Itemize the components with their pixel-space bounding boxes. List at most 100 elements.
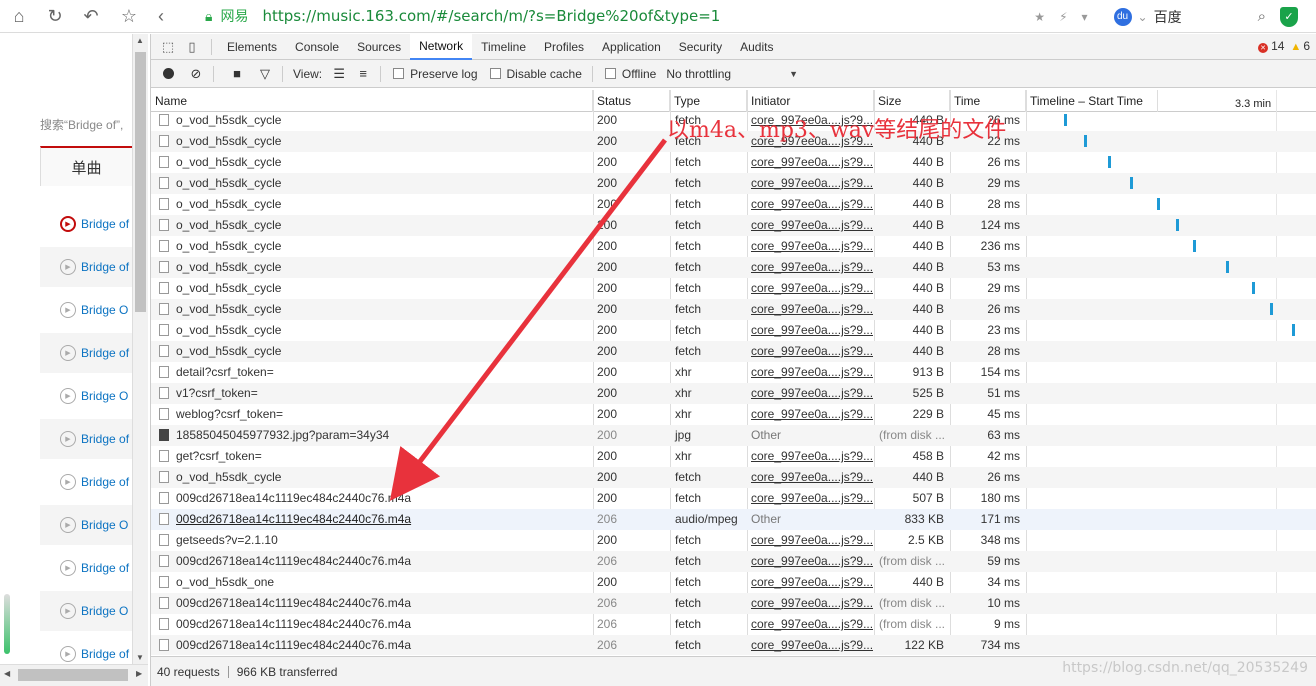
request-name-cell[interactable]: o_vod_h5sdk_cycle xyxy=(155,113,593,131)
tab-security[interactable]: Security xyxy=(670,34,731,60)
request-row[interactable]: o_vod_h5sdk_cycle 200 fetch core_997ee0a...… xyxy=(151,173,1316,194)
request-row[interactable]: o_vod_h5sdk_cycle 200 fetch core_997ee0a...… xyxy=(151,320,1316,341)
capture-screenshots-button[interactable]: ■ xyxy=(226,63,248,85)
request-row[interactable]: o_vod_h5sdk_cycle 200 fetch core_997ee0a...… xyxy=(151,341,1316,362)
request-name[interactable]: o_vod_h5sdk_cycle xyxy=(176,281,281,295)
request-name-cell[interactable]: weblog?csrf_token= xyxy=(155,404,593,425)
overview-button[interactable]: ≡ xyxy=(352,63,374,85)
request-initiator[interactable]: core_997ee0a....js?9... xyxy=(747,299,873,320)
request-row[interactable]: o_vod_h5sdk_cycle 200 fetch core_997ee0a...… xyxy=(151,299,1316,320)
song-title[interactable]: Bridge of xyxy=(81,217,129,231)
tab-sources[interactable]: Sources xyxy=(348,34,410,60)
request-name-cell[interactable]: 009cd26718ea14c1119ec484c2440c76.m4a xyxy=(155,593,593,614)
scroll-up-icon[interactable]: ▲ xyxy=(136,36,144,45)
column-name[interactable]: Name xyxy=(151,90,593,112)
request-row[interactable]: weblog?csrf_token= 200 xhr core_997ee0a....… xyxy=(151,404,1316,425)
play-icon[interactable]: ▶ xyxy=(60,517,76,533)
tab-timeline[interactable]: Timeline xyxy=(472,34,535,60)
request-row[interactable]: o_vod_h5sdk_cycle 200 fetch core_997ee0a...… xyxy=(151,467,1316,488)
request-name-cell[interactable]: o_vod_h5sdk_cycle xyxy=(155,131,593,152)
request-name-cell[interactable]: o_vod_h5sdk_cycle xyxy=(155,299,593,320)
checkbox-box[interactable] xyxy=(489,68,501,79)
song-item[interactable]: ▶ Bridge O xyxy=(40,591,132,631)
play-icon[interactable]: ▶ xyxy=(60,474,76,490)
request-name[interactable]: o_vod_h5sdk_cycle xyxy=(176,134,281,148)
request-name[interactable]: 009cd26718ea14c1119ec484c2440c76.m4a xyxy=(176,617,411,631)
song-item[interactable]: ▶ Bridge of xyxy=(40,333,132,373)
request-row[interactable]: o_vod_h5sdk_one 200 fetch core_997ee0a....j… xyxy=(151,572,1316,593)
request-name[interactable]: weblog?csrf_token= xyxy=(176,407,283,421)
song-title[interactable]: Bridge of xyxy=(81,647,129,661)
request-name[interactable]: getseeds?v=2.1.10 xyxy=(176,533,278,547)
request-row[interactable]: o_vod_h5sdk_cycle 200 fetch core_997ee0a...… xyxy=(151,215,1316,236)
column-type[interactable]: Type xyxy=(670,90,747,112)
bookmark-star-icon[interactable]: ★ xyxy=(1034,10,1045,24)
request-initiator[interactable]: core_997ee0a....js?9... xyxy=(747,152,873,173)
request-name-cell[interactable]: o_vod_h5sdk_cycle xyxy=(155,194,593,215)
request-name[interactable]: o_vod_h5sdk_cycle xyxy=(176,323,281,337)
tab-application[interactable]: Application xyxy=(593,34,670,60)
request-row[interactable]: 009cd26718ea14c1119ec484c2440c76.m4a 200 f… xyxy=(151,488,1316,509)
request-initiator[interactable]: core_997ee0a....js?9... xyxy=(747,257,873,278)
checkbox-box[interactable] xyxy=(393,68,405,79)
request-name-cell[interactable]: o_vod_h5sdk_cycle xyxy=(155,152,593,173)
song-title[interactable]: Bridge of xyxy=(81,346,129,360)
request-row[interactable]: o_vod_h5sdk_cycle 200 fetch core_997ee0a...… xyxy=(151,152,1316,173)
song-title[interactable]: Bridge of xyxy=(81,260,129,274)
undo-icon[interactable]: ↶ xyxy=(76,1,106,31)
request-name-cell[interactable]: v1?csrf_token= xyxy=(155,383,593,404)
request-initiator[interactable]: core_997ee0a....js?9... xyxy=(747,488,873,509)
play-icon[interactable]: ▶ xyxy=(60,603,76,619)
preserve-log-checkbox[interactable]: Preserve log xyxy=(393,67,478,81)
shield-icon[interactable]: ✓ xyxy=(1280,6,1298,27)
scroll-down-icon[interactable]: ▼ xyxy=(136,653,144,662)
song-title[interactable]: Bridge O xyxy=(81,604,128,618)
back-icon[interactable]: ‹ xyxy=(146,1,176,31)
request-name-cell[interactable]: o_vod_h5sdk_cycle xyxy=(155,467,593,488)
request-name-cell[interactable]: 009cd26718ea14c1119ec484c2440c76.m4a xyxy=(155,551,593,572)
request-initiator[interactable]: core_997ee0a....js?9... xyxy=(747,173,873,194)
request-name-cell[interactable]: o_vod_h5sdk_cycle xyxy=(155,278,593,299)
request-initiator[interactable]: core_997ee0a....js?9... xyxy=(747,635,873,655)
request-initiator[interactable]: core_997ee0a....js?9... xyxy=(747,194,873,215)
column-initiator[interactable]: Initiator xyxy=(747,90,874,112)
request-name-cell[interactable]: getseeds?v=2.1.10 xyxy=(155,530,593,551)
request-row[interactable]: 009cd26718ea14c1119ec484c2440c76.m4a 206 f… xyxy=(151,635,1316,655)
page-scrollbar[interactable]: ▲ ▼ xyxy=(132,34,148,664)
inspect-element-icon[interactable]: ⬚ xyxy=(157,36,179,58)
request-name[interactable]: 009cd26718ea14c1119ec484c2440c76.m4a xyxy=(176,596,411,610)
request-name-cell[interactable]: 18585045045977932.jpg?param=34y34 xyxy=(155,425,593,446)
request-name[interactable]: o_vod_h5sdk_cycle xyxy=(176,113,281,127)
request-row[interactable]: 18585045045977932.jpg?param=34y34 200 jpg O… xyxy=(151,425,1316,446)
request-name-cell[interactable]: 009cd26718ea14c1119ec484c2440c76.m4a xyxy=(155,635,593,655)
horizontal-scrollbar[interactable]: ◀ ▶ xyxy=(0,664,148,686)
request-initiator[interactable]: core_997ee0a....js?9... xyxy=(747,215,873,236)
request-initiator[interactable]: core_997ee0a....js?9... xyxy=(747,320,873,341)
play-icon[interactable]: ▶ xyxy=(60,216,76,232)
request-name[interactable]: o_vod_h5sdk_cycle xyxy=(176,197,281,211)
play-icon[interactable]: ▶ xyxy=(60,259,76,275)
song-item[interactable]: ▶ Bridge O xyxy=(40,505,132,545)
play-icon[interactable]: ▶ xyxy=(60,646,76,662)
request-name[interactable]: o_vod_h5sdk_cycle xyxy=(176,260,281,274)
hscroll-thumb[interactable] xyxy=(18,669,128,681)
request-name[interactable]: o_vod_h5sdk_cycle xyxy=(176,470,281,484)
request-name-cell[interactable]: o_vod_h5sdk_cycle xyxy=(155,341,593,362)
url-text[interactable]: https://music.163.com/#/search/m/?s=Brid… xyxy=(262,7,720,25)
home-icon[interactable]: ⌂ xyxy=(4,1,34,31)
column-time[interactable]: Time xyxy=(950,90,1026,112)
address-bar[interactable]: 🔒︎ 网易 https://music.163.com/#/search/m/?… xyxy=(205,4,1055,28)
search-icon[interactable]: ⌕ xyxy=(1258,8,1266,25)
request-name[interactable]: o_vod_h5sdk_cycle xyxy=(176,239,281,253)
request-row[interactable]: 009cd26718ea14c1119ec484c2440c76.m4a 206 f… xyxy=(151,551,1316,572)
request-name[interactable]: v1?csrf_token= xyxy=(176,386,258,400)
play-icon[interactable]: ▶ xyxy=(60,302,76,318)
request-name[interactable]: 009cd26718ea14c1119ec484c2440c76.m4a xyxy=(176,554,411,568)
request-row[interactable]: 009cd26718ea14c1119ec484c2440c76.m4a 206 f… xyxy=(151,593,1316,614)
reload-icon[interactable]: ↻ xyxy=(40,1,70,31)
request-name[interactable]: get?csrf_token= xyxy=(176,449,262,463)
column-timeline[interactable]: Timeline – Start Time xyxy=(1026,90,1158,112)
request-name[interactable]: o_vod_h5sdk_cycle xyxy=(176,302,281,316)
request-name[interactable]: o_vod_h5sdk_cycle xyxy=(176,344,281,358)
throttling-select[interactable]: No throttling ▼ xyxy=(666,67,798,81)
